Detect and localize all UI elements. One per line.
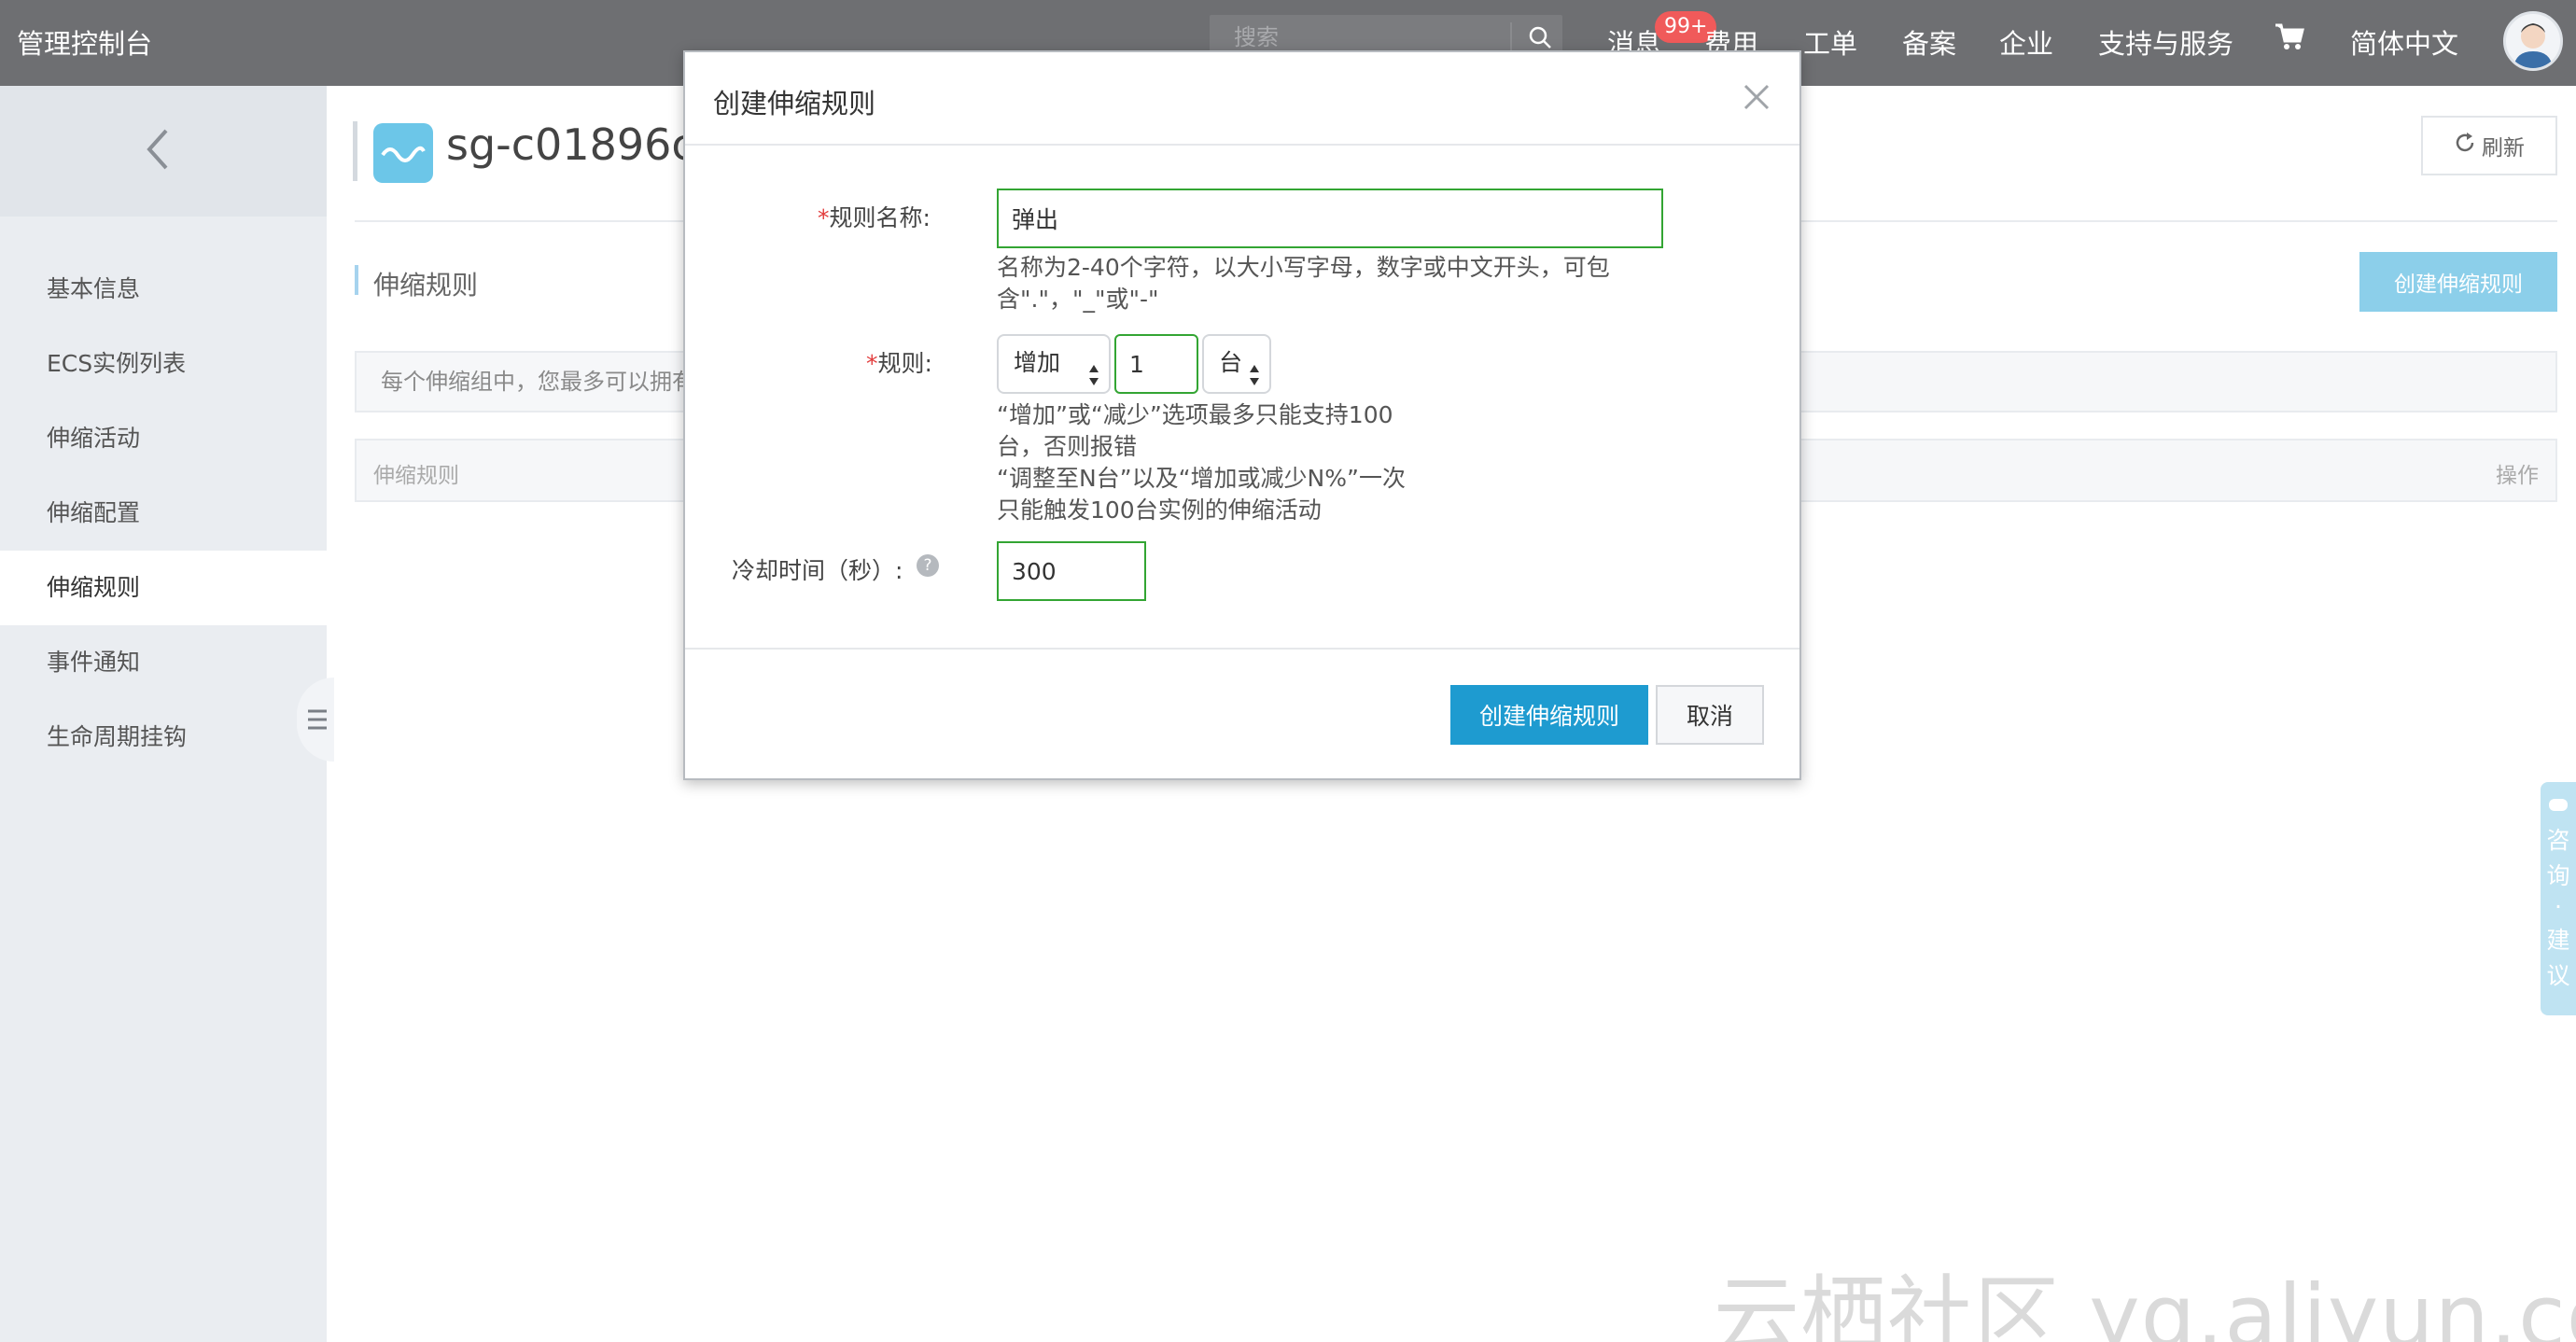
cart-icon[interactable] (2274, 21, 2305, 56)
chat-icon (2548, 793, 2569, 820)
chevron-left-icon (144, 127, 172, 175)
sidebar-item-event-notify[interactable]: 事件通知 (0, 625, 327, 700)
rule-help-line: “增加”或“减少”选项最多只能支持100 (997, 401, 1393, 428)
nav-enterprise[interactable]: 企业 (1999, 22, 2053, 62)
title-accent-bar (353, 121, 357, 181)
submit-create-rule-button[interactable]: 创建伸缩规则 (1450, 685, 1648, 745)
column-header-actions: 操作 (2496, 464, 2539, 488)
rule-name-label: *规则名称: (818, 200, 931, 233)
consult-char: 询 (2546, 862, 2570, 889)
rule-amount-input[interactable] (1114, 334, 1198, 394)
column-header-rule: 伸缩规则 (373, 464, 459, 488)
rule-name-help: 名称为2-40个字符，以大小写字母，数字或中文开头，可包 含"."，"_"或"-… (997, 252, 1610, 315)
consult-char: 建 (2546, 927, 2570, 954)
avatar[interactable] (2503, 11, 2563, 71)
rule-name-label-text: 规则名称: (829, 204, 931, 231)
console-brand[interactable]: 管理控制台 (17, 22, 152, 62)
refresh-icon (2454, 132, 2476, 160)
nav-language[interactable]: 简体中文 (2350, 22, 2458, 62)
cooldown-input[interactable] (997, 541, 1146, 601)
scaling-group-logo-icon (373, 123, 433, 183)
dialog-footer-divider (685, 648, 1799, 650)
sidebar-item-lifecycle-hook[interactable]: 生命周期挂钩 (0, 700, 327, 775)
rule-help-line: “调整至N台”以及“增加或减少N%”一次 (997, 465, 1406, 492)
consult-feedback-tab[interactable]: 咨 询 · 建 议 (2541, 782, 2576, 1015)
section-accent-bar (355, 265, 358, 295)
search-divider (1510, 22, 1512, 52)
nav-filing[interactable]: 备案 (1902, 22, 1956, 62)
create-rule-button[interactable]: 创建伸缩规则 (2359, 252, 2557, 312)
nav-support[interactable]: 支持与服务 (2098, 22, 2233, 62)
consult-char: 咨 (2546, 827, 2570, 854)
nav-tickets[interactable]: 工单 (1803, 22, 1857, 62)
refresh-button[interactable]: 刷新 (2421, 116, 2557, 175)
dialog-header: 创建伸缩规则 (685, 52, 1799, 146)
rule-label: *规则: (866, 345, 932, 379)
sidebar-item-basic-info[interactable]: 基本信息 (0, 252, 327, 327)
sidebar-item-scaling-activity[interactable]: 伸缩活动 (0, 401, 327, 476)
consult-char: 议 (2546, 962, 2570, 989)
rule-action-value: 增加 (1014, 349, 1061, 376)
sidebar: 基本信息 ECS实例列表 伸缩活动 伸缩配置 伸缩规则 事件通知 生命周期挂钩 (0, 86, 327, 1342)
help-icon[interactable]: ? (917, 554, 939, 577)
rule-name-help-line: 含"."，"_"或"-" (997, 286, 1159, 313)
cooldown-label: 冷却时间（秒）: (732, 557, 903, 584)
rule-action-select[interactable]: 增加 (997, 334, 1111, 394)
close-icon[interactable] (1738, 78, 1775, 116)
rule-name-input[interactable] (997, 189, 1663, 248)
watermark: 云栖社区 yq.aliyun.com (1714, 1266, 2576, 1342)
required-mark: * (866, 350, 878, 377)
rule-name-help-line: 名称为2-40个字符，以大小写字母，数字或中文开头，可包 (997, 254, 1610, 281)
rule-help: “增加”或“减少”选项最多只能支持100 台，否则报错 “调整至N台”以及“增加… (997, 399, 1406, 526)
consult-char: · (2555, 893, 2562, 920)
create-rule-dialog: 创建伸缩规则 *规则名称: 名称为2-40个字符，以大小写字母，数字或中文开头，… (683, 50, 1801, 780)
rule-help-line: 台，否则报错 (997, 433, 1138, 460)
sidebar-item-scaling-rules[interactable]: 伸缩规则 (0, 551, 327, 625)
sidebar-back-button[interactable] (0, 86, 327, 217)
rule-unit-select[interactable]: 台 (1202, 334, 1271, 394)
sidebar-item-scaling-config[interactable]: 伸缩配置 (0, 476, 327, 551)
section-title: 伸缩规则 (373, 270, 479, 301)
page-title: sg-c01896c (446, 119, 695, 170)
cancel-button[interactable]: 取消 (1656, 685, 1764, 745)
rule-label-text: 规则: (877, 350, 932, 377)
sidebar-toggle[interactable] (297, 678, 334, 762)
sidebar-item-ecs-list[interactable]: ECS实例列表 (0, 327, 327, 401)
required-mark: * (818, 204, 830, 231)
rule-unit-value: 台 (1219, 349, 1243, 376)
dialog-title: 创建伸缩规则 (713, 88, 876, 119)
refresh-label: 刷新 (2482, 136, 2525, 161)
rule-help-line: 只能触发100台实例的伸缩活动 (997, 496, 1322, 524)
